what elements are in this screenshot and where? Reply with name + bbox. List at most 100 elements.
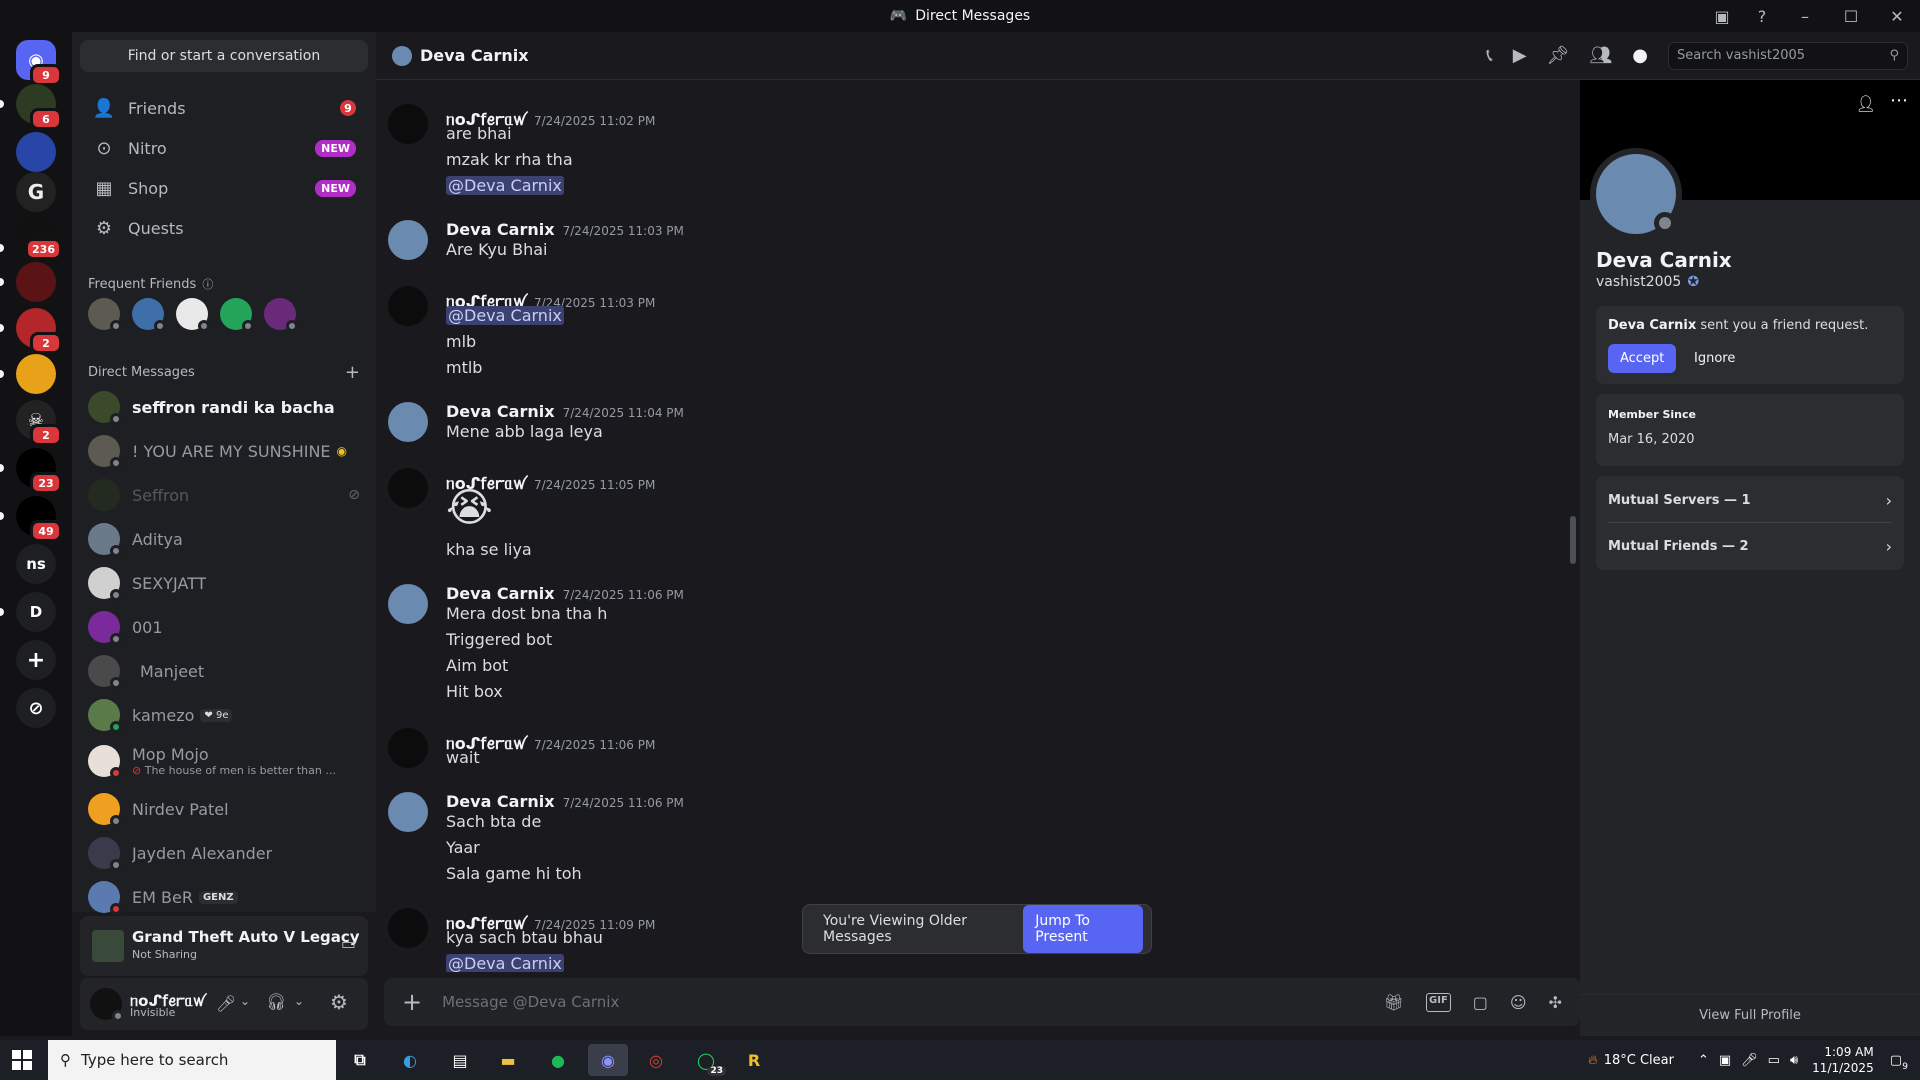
video-icon[interactable]: ▶ bbox=[1513, 45, 1527, 66]
gif-icon[interactable]: GIF bbox=[1426, 992, 1451, 1012]
microphone-icon[interactable]: 🎤︎ bbox=[1741, 1053, 1758, 1068]
headphones-icon[interactable]: 🎧︎ bbox=[266, 992, 286, 1011]
avatar[interactable] bbox=[264, 298, 298, 332]
search-input[interactable]: Search vashist2005 ⚲ bbox=[1668, 41, 1908, 70]
user-profile-icon[interactable]: ● bbox=[1632, 45, 1648, 66]
chrome-icon[interactable]: ◎ bbox=[636, 1044, 676, 1076]
chevron-up-icon[interactable]: ⌃ bbox=[1698, 1053, 1709, 1068]
avatar[interactable] bbox=[388, 792, 428, 832]
dm-item[interactable]: kamezo ❤ 9e bbox=[80, 694, 368, 736]
server-icon[interactable]: 23 bbox=[16, 448, 62, 494]
avatar[interactable] bbox=[132, 298, 166, 332]
store-icon[interactable]: ▤ bbox=[440, 1044, 480, 1076]
avatar[interactable] bbox=[388, 728, 428, 768]
gift-icon[interactable]: 🎁︎ bbox=[1384, 993, 1404, 1012]
camera-icon[interactable]: ▣ bbox=[1719, 1053, 1731, 1068]
view-full-profile-link[interactable]: View Full Profile bbox=[1580, 1008, 1920, 1023]
ignore-button[interactable]: Ignore bbox=[1684, 344, 1745, 373]
dm-item[interactable]: Aditya bbox=[80, 518, 368, 560]
maximize-button[interactable]: ☐ bbox=[1828, 0, 1874, 32]
task-view-icon[interactable]: ⧉ bbox=[340, 1044, 380, 1076]
network-icon[interactable]: ▭ bbox=[1768, 1053, 1780, 1068]
whatsapp-icon[interactable]: ◯ 23 bbox=[686, 1044, 726, 1076]
message-input[interactable]: Message @Deva Carnix bbox=[442, 993, 1384, 1011]
nav-quests[interactable]: ⚙ Quests bbox=[80, 208, 368, 248]
mutual-friends-row[interactable]: Mutual Friends — 2 › bbox=[1608, 534, 1892, 558]
sticker-icon[interactable]: ▢ bbox=[1473, 993, 1488, 1012]
server-icon[interactable]: ns bbox=[16, 544, 56, 584]
chevron-down-icon[interactable]: ⌄ bbox=[240, 994, 250, 1008]
spotify-icon[interactable]: ● bbox=[538, 1044, 578, 1076]
stream-icon[interactable]: ▭ bbox=[341, 934, 356, 953]
server-icon[interactable]: D bbox=[16, 592, 56, 632]
discord-taskbar-icon[interactable]: ◉ bbox=[588, 1044, 628, 1076]
avatar[interactable] bbox=[388, 104, 428, 144]
jump-to-present-button[interactable]: Jump To Present bbox=[1023, 905, 1143, 953]
close-button[interactable]: ✕ bbox=[1874, 0, 1920, 32]
chevron-down-icon[interactable]: ⌄ bbox=[294, 994, 304, 1008]
find-conversation-button[interactable]: Find or start a conversation bbox=[80, 40, 368, 72]
avatar[interactable] bbox=[388, 402, 428, 442]
inbox-icon[interactable]: ▣ bbox=[1702, 0, 1742, 32]
call-icon[interactable]: 📞︎ bbox=[1486, 45, 1492, 66]
avatar[interactable] bbox=[220, 298, 254, 332]
avatar[interactable] bbox=[176, 298, 210, 332]
avatar[interactable] bbox=[388, 220, 428, 260]
notification-icon[interactable]: ▢ 9 bbox=[1890, 1053, 1908, 1072]
nav-shop[interactable]: ▦ Shop NEW bbox=[80, 168, 368, 208]
minimize-button[interactable]: – bbox=[1782, 0, 1828, 32]
mention[interactable]: @Deva Carnix bbox=[446, 306, 564, 325]
server-icon[interactable]: 236 bbox=[16, 214, 62, 260]
activity-panel[interactable]: Grand Theft Auto V Legacy Not Sharing ▭ bbox=[80, 916, 368, 976]
settings-gear-icon[interactable]: ⚙ bbox=[330, 990, 348, 1014]
server-icon[interactable]: G bbox=[16, 172, 56, 212]
server-icon[interactable] bbox=[16, 354, 56, 394]
server-icon[interactable]: 2 bbox=[16, 308, 62, 354]
taskbar-search[interactable]: ⚲ Type here to search bbox=[48, 1040, 336, 1080]
avatar[interactable] bbox=[388, 908, 428, 948]
pin-icon[interactable]: 📌︎ bbox=[1547, 45, 1570, 66]
server-icon[interactable] bbox=[16, 262, 56, 302]
clock[interactable]: 1:09 AM 11/1/2025 bbox=[1812, 1044, 1874, 1076]
info-icon[interactable]: ⓘ bbox=[202, 276, 213, 292]
add-friend-icon[interactable]: 👥︎ bbox=[1589, 45, 1612, 66]
dm-item[interactable]: seffron randi ka bacha bbox=[80, 386, 368, 428]
nav-nitro[interactable]: ⊙ Nitro NEW bbox=[80, 128, 368, 168]
server-icon[interactable] bbox=[16, 132, 56, 172]
apps-icon[interactable]: ✣ bbox=[1549, 993, 1562, 1012]
help-icon[interactable]: ? bbox=[1742, 0, 1782, 32]
dm-item[interactable]: ! YOU ARE MY SUNSHINE ◉ bbox=[80, 430, 368, 472]
scrollbar[interactable] bbox=[1570, 516, 1576, 564]
avatar[interactable] bbox=[388, 468, 428, 508]
nav-friends[interactable]: 👤 Friends 9 bbox=[80, 88, 368, 128]
dm-item[interactable]: Manjeet bbox=[80, 650, 368, 692]
dm-item[interactable]: Mop Mojo ⊘ The house of men is better th… bbox=[80, 738, 368, 784]
add-server-button[interactable]: + bbox=[16, 640, 56, 680]
accept-button[interactable]: Accept bbox=[1608, 344, 1677, 373]
avatar[interactable] bbox=[88, 298, 122, 332]
discover-button[interactable]: ⊘ bbox=[16, 688, 56, 728]
dm-item[interactable]: EM BeR GENZ bbox=[80, 876, 368, 918]
attach-plus-icon[interactable]: + bbox=[402, 988, 422, 1016]
avatar[interactable] bbox=[90, 988, 124, 1022]
add-friend-icon[interactable]: 👤︎ bbox=[1856, 94, 1876, 113]
mutual-servers-row[interactable]: Mutual Servers — 1 › bbox=[1608, 488, 1892, 512]
windows-start-icon[interactable] bbox=[12, 1050, 32, 1070]
avatar[interactable] bbox=[388, 286, 428, 326]
file-explorer-icon[interactable]: ▬ bbox=[488, 1044, 528, 1076]
rockstar-icon[interactable]: R bbox=[734, 1044, 774, 1076]
avatar[interactable] bbox=[388, 584, 428, 624]
dm-item[interactable]: SEXYJATT bbox=[80, 562, 368, 604]
mention[interactable]: @Deva Carnix bbox=[446, 954, 564, 972]
edge-icon[interactable]: ◐ bbox=[390, 1044, 430, 1076]
server-icon[interactable]: ☠ 2 bbox=[16, 400, 62, 446]
create-dm-plus-icon[interactable]: + bbox=[345, 362, 360, 383]
mention[interactable]: @Deva Carnix bbox=[446, 176, 564, 195]
home-button[interactable]: ◉ 9 bbox=[16, 40, 62, 86]
emoji-icon[interactable]: ☺ bbox=[1510, 993, 1527, 1012]
dm-item[interactable]: Nirdev Patel bbox=[80, 788, 368, 830]
more-icon[interactable]: ⋯ bbox=[1890, 90, 1908, 111]
dm-item[interactable]: 001 bbox=[80, 606, 368, 648]
volume-icon[interactable]: 🔊︎ bbox=[1790, 1053, 1798, 1068]
dm-item[interactable]: Jayden Alexander bbox=[80, 832, 368, 874]
